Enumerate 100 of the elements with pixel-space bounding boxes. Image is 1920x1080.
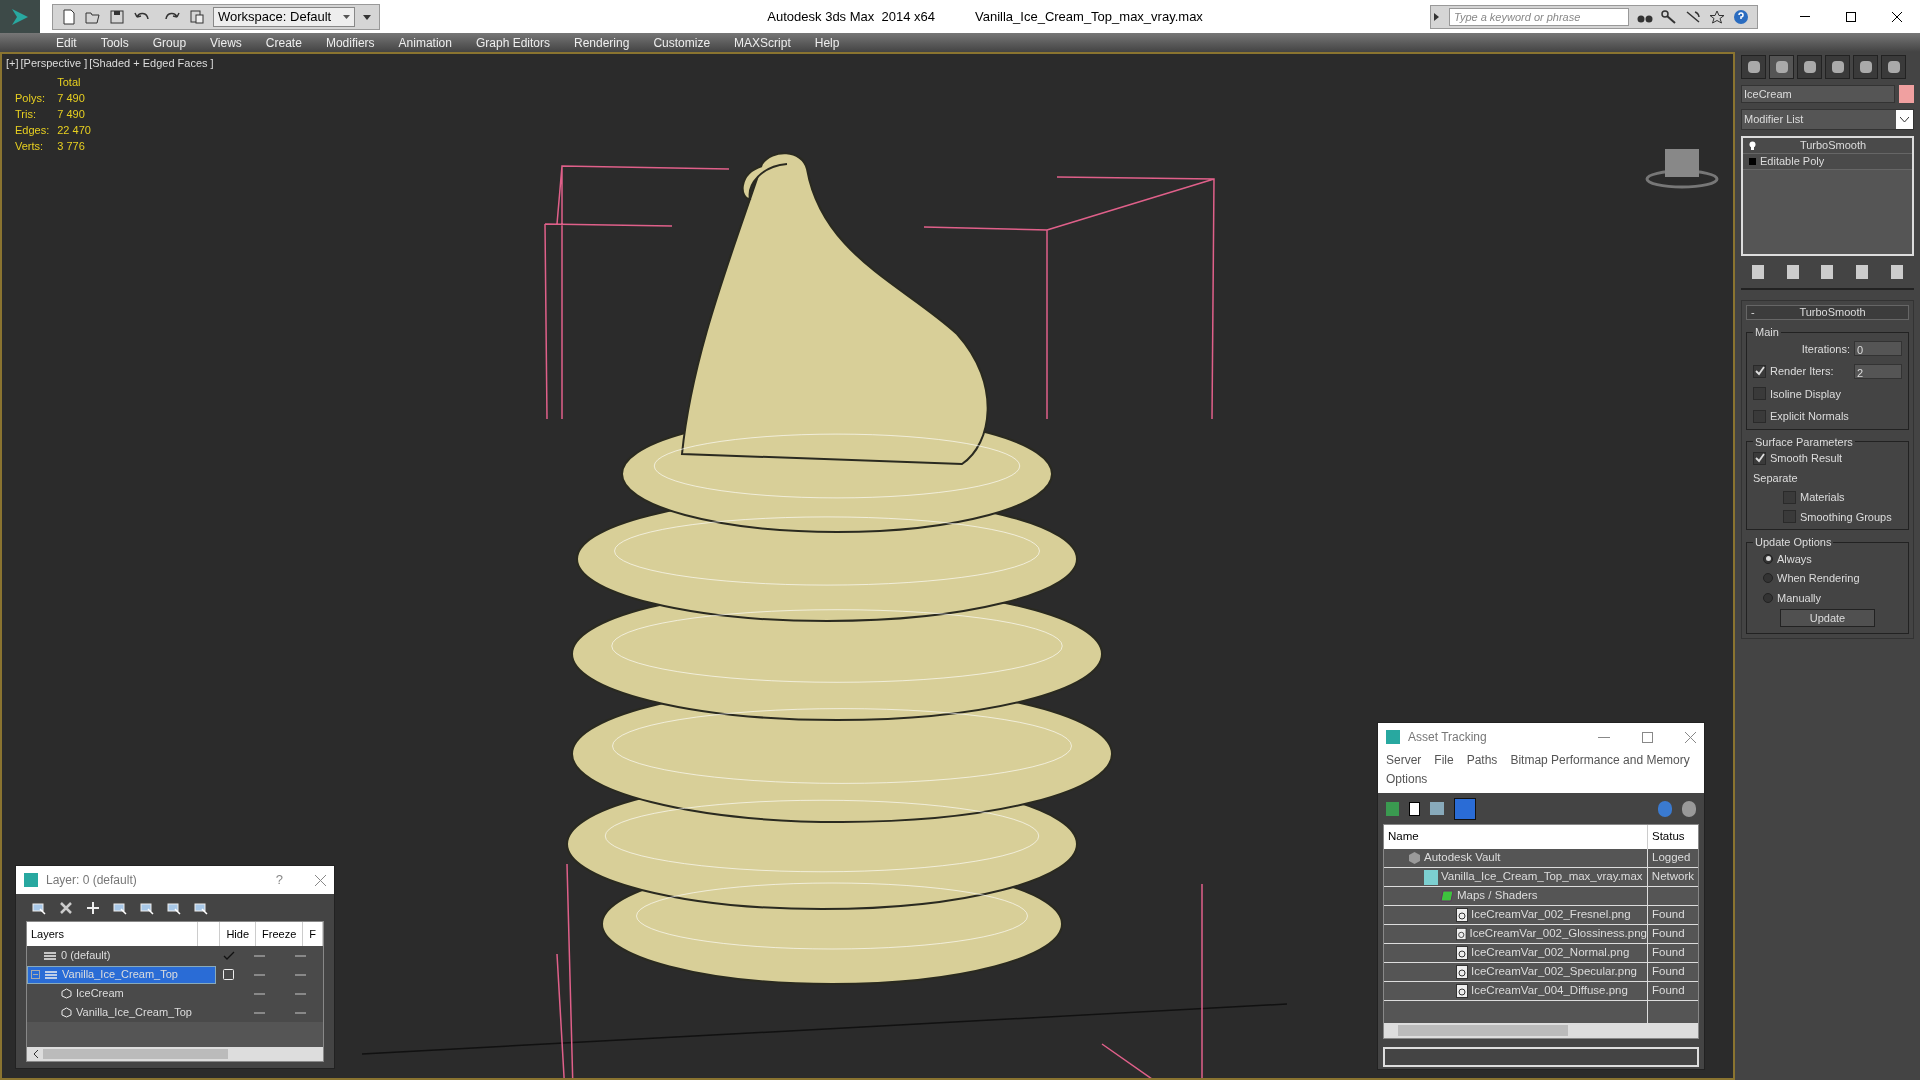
menu-item[interactable]: Views [210,33,242,52]
viewport-label[interactable]: [Perspective ] [20,55,88,72]
render-iters-spinner[interactable]: 2 [1854,363,1902,379]
asset-status: Network [1651,869,1695,885]
hide-toggle[interactable] [253,1011,265,1014]
asset-name[interactable]: IceCreamVar_002_Fresnel.png [1471,906,1631,924]
workspace-dropdown[interactable]: Workspace: Default [213,6,356,27]
stats-header: Total [57,75,82,90]
image-file-icon [1456,984,1468,998]
hide-toggle[interactable] [253,973,265,976]
app-logo-icon[interactable] [0,0,40,33]
menu-item[interactable]: Customize [653,33,711,52]
app-logo-icon [1386,730,1400,744]
star-icon[interactable] [1709,9,1725,24]
layers-icon [44,968,58,981]
checkbox[interactable] [1753,364,1766,378]
asset-name[interactable]: IceCreamVar_002_Normal.png [1471,944,1630,962]
radio-label: Always [1777,551,1812,567]
menu-item[interactable]: File [1434,751,1454,770]
update-button[interactable]: Update [1780,609,1875,627]
checkbox[interactable] [1753,387,1766,401]
asset-name[interactable]: IceCreamVar_004_Diffuse.png [1471,982,1628,1000]
hide-toggle[interactable] [253,992,265,995]
menu-item[interactable]: Paths [1466,751,1498,770]
asset-name[interactable]: Maps / Shaders [1457,887,1538,905]
caret-icon[interactable] [363,12,372,21]
checkbox[interactable] [1783,490,1796,504]
column-header[interactable]: Name [1384,825,1648,849]
layer-row[interactable]: Vanilla_Ice_Cream_Top [27,965,217,984]
asset-name[interactable]: IceCreamVar_002_Specular.png [1471,963,1637,981]
menu-item[interactable]: Create [265,33,302,52]
delete-icon[interactable] [59,900,73,915]
list-view-icon[interactable] [1409,801,1420,816]
group-title: Surface Parameters [1754,434,1854,450]
select-objects-icon[interactable] [113,900,127,915]
menu-item[interactable]: Options [1386,770,1428,789]
expand-arrow-icon[interactable] [1431,11,1441,22]
object-name[interactable]: IceCream [76,985,124,1002]
menu-item[interactable]: Modifiers [325,33,375,52]
key-icon[interactable] [1661,9,1677,24]
light-bulb-icon[interactable] [1749,140,1756,151]
asset-status: Found [1652,964,1685,980]
help-button[interactable]: ? [275,870,283,890]
freeze-toggle[interactable] [294,954,306,957]
stat-value: 7 490 [57,107,86,122]
close-icon [1892,11,1902,22]
scroll-left-icon[interactable] [33,1050,39,1058]
minimize-icon [1800,16,1810,17]
close-icon[interactable] [315,874,326,886]
minimize-button[interactable] [1598,736,1610,738]
cube-icon [1408,851,1421,865]
image-file-icon [1456,927,1467,941]
project-folder-icon[interactable] [189,8,205,25]
viewport-label[interactable]: [Shaded + Edged Faces ] [89,55,214,72]
asset-name[interactable]: Autodesk Vault [1424,849,1501,867]
object-color-swatch[interactable] [1899,85,1914,103]
close-icon[interactable] [1685,731,1696,743]
current-layer-check-icon[interactable] [222,950,235,961]
radio-label: When Rendering [1777,571,1860,586]
folder-icon [1440,889,1454,903]
radio-button[interactable] [1763,553,1773,564]
checkbox[interactable] [1783,510,1796,524]
menu-item[interactable]: Edit [56,33,77,52]
app-title: Autodesk 3ds Max 2014 x64 [767,7,935,26]
asset-status: Found [1652,945,1685,961]
menu-item[interactable]: Server [1386,751,1422,770]
iterations-spinner[interactable]: 0 [1854,341,1902,357]
checkbox[interactable] [1753,451,1766,465]
freeze-toggle[interactable] [294,1011,306,1014]
menu-item[interactable]: Animation [398,33,452,52]
asset-name[interactable]: Vanilla_Ice_Cream_Top_max_vray.max [1441,868,1643,886]
radio-button[interactable] [1763,573,1773,584]
add-icon[interactable] [86,900,100,915]
viewport-label[interactable]: [+] [6,55,19,72]
file-title: Vanilla_Ice_Cream_Top_max_vray.max [975,7,1203,26]
horizontal-scrollbar[interactable] [1384,1023,1698,1038]
menu-item[interactable]: Group [152,33,187,52]
menu-item[interactable]: Bitmap Performance and Memory [1510,751,1690,770]
table-view-button[interactable] [1454,797,1476,820]
image-file-icon [1456,908,1468,922]
object-name-field[interactable]: IceCream [1741,85,1895,103]
freeze-toggle[interactable] [294,973,306,976]
checkbox[interactable] [1753,409,1766,423]
search-field[interactable]: Type a keyword or phrase [1449,7,1629,26]
menu-item[interactable]: Tools [100,33,129,52]
asset-name[interactable]: IceCreamVar_002_Glossiness.png [1469,925,1647,943]
column-header[interactable]: Status [1648,825,1689,849]
menu-item[interactable]: Graph Editors [475,33,550,52]
menu-item[interactable]: MAXScript [734,33,791,52]
rollout-header[interactable]: - TurboSmooth [1746,305,1909,320]
freeze-toggle[interactable] [294,992,306,995]
radio-button[interactable] [1763,592,1773,603]
menu-item[interactable]: Rendering [574,33,630,52]
group-title: Main [1754,325,1780,340]
modifier-list-dropdown[interactable]: Modifier List [1741,109,1914,130]
horizontal-scrollbar[interactable] [27,1047,323,1061]
menu-item[interactable]: Help [814,33,840,52]
new-file-icon[interactable] [61,8,77,25]
hide-toggle[interactable] [253,954,265,957]
save-icon[interactable] [109,8,125,25]
